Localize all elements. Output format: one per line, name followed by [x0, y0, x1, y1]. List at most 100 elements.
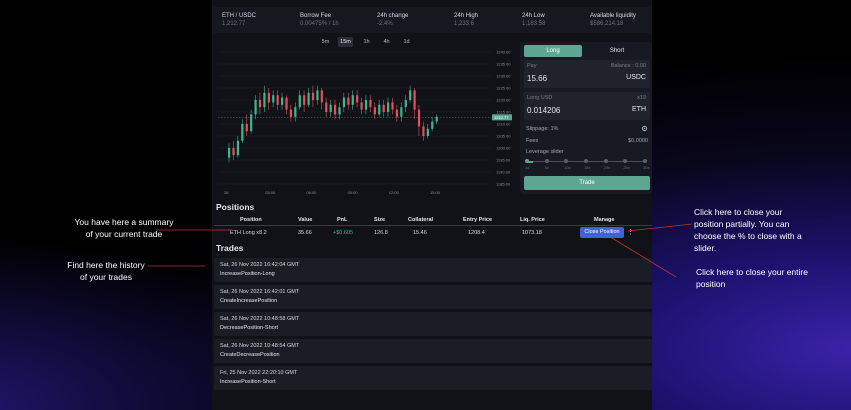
long-input[interactable]: 0.014206: [527, 106, 560, 115]
settings-icon[interactable]: [641, 125, 648, 134]
candle-body: [272, 95, 275, 103]
candle-body: [267, 92, 270, 103]
close-position-button[interactable]: Close Position: [580, 227, 624, 238]
leverage-slider-label: Leverage slider: [526, 149, 564, 155]
time-tick-label: 09:00: [348, 190, 359, 195]
size-cell: 126.8: [374, 230, 388, 236]
stat-pair[interactable]: ETH / USDC 1,212.77: [222, 12, 256, 28]
price-tick-label: 1190.00: [496, 170, 511, 175]
trade-date: Sat, 26 Nov 2022 10:48:54 GMT: [220, 343, 300, 349]
leverage-tick-label: 20x: [603, 165, 611, 170]
price-tick-label: 1215.00: [496, 110, 511, 115]
price-tick-label: 1220.00: [496, 98, 511, 103]
annotation-history: Find here the history of your trades: [62, 259, 150, 283]
trade-button[interactable]: Trade: [524, 176, 650, 190]
current-price-label: 1212.77: [494, 115, 509, 120]
candle-body: [373, 107, 376, 115]
timeframe-1d[interactable]: 1d: [399, 37, 414, 47]
leverage-tick-label: 10x: [564, 165, 571, 170]
pay-input[interactable]: 15.66: [527, 74, 547, 83]
header-entry-price: Entry Price: [463, 217, 493, 223]
annotation-line: position: [696, 279, 726, 289]
leverage-tick[interactable]: [564, 159, 569, 163]
candle-body: [228, 148, 231, 158]
price-tick-label: 1210.00: [496, 122, 511, 127]
annotation-line: Click here to close your entire: [696, 267, 808, 277]
leverage-tick[interactable]: [603, 159, 608, 163]
stat-label: ETH / USDC: [222, 13, 257, 19]
candle-body: [356, 95, 359, 103]
timeframe-4h[interactable]: 4h: [379, 37, 394, 47]
candle-body: [285, 97, 288, 110]
pay-label: Pay: [527, 63, 537, 69]
long-tab[interactable]: Long: [524, 45, 582, 57]
trade-panel: Long Short Pay Balance : 0.00 15.66 USDC…: [520, 42, 652, 194]
leverage-tick[interactable]: [584, 159, 588, 163]
stat-value: $586,214.18: [590, 21, 624, 27]
price-tick-label: 1200.00: [496, 146, 511, 151]
annotation-line: of your current trade: [85, 229, 163, 239]
pay-field[interactable]: Pay Balance : 0.00 15.66 USDC: [524, 60, 650, 88]
stat-value: -2.4%: [377, 21, 393, 27]
collateral-cell: 15.46: [413, 230, 427, 236]
slippage-label: Slippage: 1%: [526, 126, 559, 132]
annotation-line: choose the % to close with a: [694, 231, 802, 241]
positions-title: Positions: [216, 202, 255, 212]
leverage-tick[interactable]: [643, 159, 647, 163]
candle-body: [281, 97, 284, 105]
trade-item[interactable]: Sat, 26 Nov 2022 10:48:58 GMT DecreasePo…: [214, 312, 652, 336]
leverage-tick[interactable]: [525, 159, 529, 163]
short-tab[interactable]: Short: [588, 45, 646, 57]
leverage-tick-label: 25x: [623, 165, 630, 170]
trade-date: Fri, 25 Nov 2022 22:20:10 GMT: [220, 370, 298, 376]
timeframe-15m[interactable]: 15m: [338, 37, 353, 47]
timeframe-1h[interactable]: 1h: [359, 37, 374, 47]
price-tick-label: 1205.00: [496, 134, 511, 139]
candle-body: [404, 100, 407, 108]
leverage-tick[interactable]: [623, 159, 628, 163]
stat-24h-change: 24h change -2.4%: [377, 12, 408, 28]
candle-body: [364, 100, 368, 110]
time-tick-label: 12:00: [389, 190, 400, 195]
candle-body: [276, 95, 279, 105]
long-token-selector[interactable]: ETH: [632, 106, 646, 113]
annotation-line: You have here a summary: [74, 217, 174, 227]
leverage-tick[interactable]: [544, 159, 549, 163]
stat-label: 24h High: [454, 13, 479, 19]
trade-item[interactable]: Sat, 26 Nov 2022 16:42:01 GMT CreateIncr…: [214, 285, 652, 309]
stat-value: 1,233.6: [454, 21, 475, 27]
annotation-line: Find here the history: [67, 260, 145, 270]
trade-item[interactable]: Sat, 26 Nov 2022 16:42:04 GMT IncreasePo…: [214, 258, 652, 282]
long-field[interactable]: Long USD x10 0.014206 ETH: [524, 92, 650, 120]
candle-body: [426, 128, 429, 136]
candle-body: [303, 95, 306, 105]
candle-body: [409, 90, 412, 100]
timeframe-5m[interactable]: 5m: [318, 37, 333, 47]
pnl-cell: +$0.605: [333, 230, 354, 236]
annotation-line: position partially. You can: [694, 219, 790, 229]
candle-body: [263, 92, 266, 108]
candle-body: [382, 104, 385, 112]
price-tick-label: 1185.00: [496, 182, 511, 187]
trade-item[interactable]: Fri, 25 Nov 2022 22:20:10 GMT IncreasePo…: [214, 366, 652, 390]
annotation-line: Click here to close your: [694, 207, 783, 217]
price-chart[interactable]: 1240.00 1235.00 1230.00 1225.00 1220.00 1215.…: [214, 48, 514, 196]
more-options-icon[interactable]: ⋮: [627, 228, 634, 236]
balance-label: Balance : 0.00: [610, 63, 646, 69]
position-cell: ETH Long x8.2: [230, 230, 267, 236]
time-tick-label: 03:00: [265, 190, 276, 195]
pay-token-selector[interactable]: USDC: [626, 74, 646, 81]
candle-body: [307, 92, 310, 105]
stat-label: 24h Low: [522, 13, 545, 19]
trade-item[interactable]: Sat, 26 Nov 2022 10:48:54 GMT CreateDecr…: [214, 339, 652, 363]
price-tick-label: 1230.00: [496, 74, 511, 79]
time-tick-label: 26: [224, 190, 229, 195]
candle-body: [351, 95, 354, 105]
fees-value: $0.0000: [628, 138, 648, 144]
header-manage: Manage: [594, 217, 615, 223]
long-label: Long USD: [527, 95, 553, 101]
header-position: Position: [240, 217, 262, 223]
candle-body: [413, 90, 416, 110]
candle-body: [369, 100, 372, 108]
stat-label: Borrow Fee: [300, 13, 332, 19]
